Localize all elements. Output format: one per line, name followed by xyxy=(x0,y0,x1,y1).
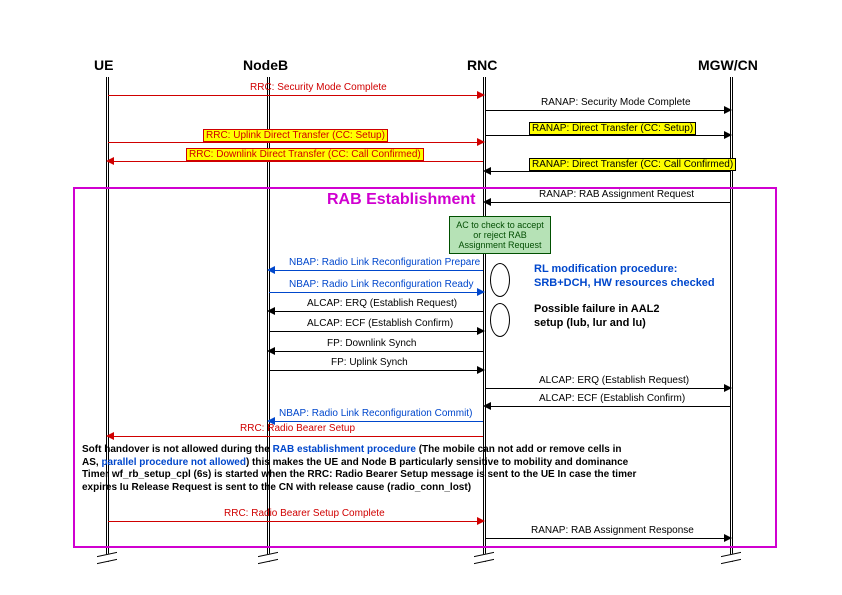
annot-line: setup (lub, lur and lu) xyxy=(534,317,660,331)
msg-alcap-ecf2: ALCAP: ECF (Establish Confirm) xyxy=(485,393,730,407)
ac-line: AC to check to accept xyxy=(453,220,547,230)
msg-label: RRC: Radio Bearer Setup Complete xyxy=(222,508,387,519)
lifeline-break-icon xyxy=(474,552,494,564)
ac-line: Assignment Request xyxy=(453,240,547,250)
msg-fp-dl: FP: Downlink Synch xyxy=(269,338,483,352)
annot-line: SRB+DCH, HW resources checked xyxy=(534,277,715,291)
lifeline-break-icon xyxy=(258,552,278,564)
actor-nodeb: NodeB xyxy=(243,57,288,73)
note-text: AS, xyxy=(82,457,101,468)
bracket-icon xyxy=(490,263,510,297)
note-text: ) this makes the UE and Node B particula… xyxy=(246,457,628,468)
note-text: RAB establishment procedure xyxy=(273,444,416,455)
msg-rrc-smc: RRC: Security Mode Complete xyxy=(108,82,483,96)
note-text: (The mobile can not add or remove cells … xyxy=(416,444,622,455)
ac-check-box: AC to check to accept or reject RAB Assi… xyxy=(449,216,551,254)
msg-ranap-smc: RANAP: Security Mode Complete xyxy=(485,97,730,111)
msg-label: RANAP: Direct Transfer (CC: Call Confirm… xyxy=(529,158,736,171)
msg-label: FP: Downlink Synch xyxy=(325,338,418,349)
msg-alcap-erq: ALCAP: ERQ (Establish Request) xyxy=(269,298,483,312)
annot-line: Possible failure in AAL2 xyxy=(534,303,660,317)
msg-label: ALCAP: ECF (Establish Confirm) xyxy=(305,318,455,329)
actor-ue: UE xyxy=(94,57,113,73)
rab-title: RAB Establishment xyxy=(327,191,475,209)
lifeline-break-icon xyxy=(97,552,117,564)
msg-label: ALCAP: ERQ (Establish Request) xyxy=(537,375,691,386)
handover-note: Soft handover is not allowed during the … xyxy=(82,444,762,494)
note-text: parallel procedure not allowed xyxy=(101,457,245,468)
msg-nbap-prep: NBAP: Radio Link Reconfiguration Prepare xyxy=(269,257,483,271)
msg-nbap-ready: NBAP: Radio Link Reconfiguration Ready xyxy=(269,279,483,293)
msg-fp-ul: FP: Uplink Synch xyxy=(269,357,483,371)
note-text: Timer wf_rb_setup_cpl (6s) is started wh… xyxy=(82,469,636,480)
msg-label: ALCAP: ERQ (Establish Request) xyxy=(305,298,459,309)
msg-label: RANAP: RAB Assignment Request xyxy=(537,189,696,200)
note-text: expires Iu Release Request is sent to th… xyxy=(82,482,471,493)
msg-alcap-erq2: ALCAP: ERQ (Establish Request) xyxy=(485,375,730,389)
annot-line: RL modification procedure: xyxy=(534,263,715,277)
msg-label: ALCAP: ECF (Establish Confirm) xyxy=(537,393,687,404)
msg-label: RANAP: RAB Assignment Response xyxy=(529,525,696,536)
bracket-icon xyxy=(490,303,510,337)
note-text: Soft handover is not allowed during the xyxy=(82,444,273,455)
msg-label: RRC: Downlink Direct Transfer (CC: Call … xyxy=(186,148,424,161)
msg-label: FP: Uplink Synch xyxy=(329,357,410,368)
msg-label: RRC: Uplink Direct Transfer (CC: Setup) xyxy=(203,129,388,142)
msg-rrc-rbs: RRC: Radio Bearer Setup xyxy=(108,423,483,437)
annot-aal2: Possible failure in AAL2 setup (lub, lur… xyxy=(534,303,660,331)
msg-label: NBAP: Radio Link Reconfiguration Commit) xyxy=(277,408,474,419)
msg-label: RRC: Security Mode Complete xyxy=(248,82,389,93)
msg-nbap-commit: NBAP: Radio Link Reconfiguration Commit) xyxy=(269,408,483,422)
msg-rrc-rbsc: RRC: Radio Bearer Setup Complete xyxy=(108,508,483,522)
msg-label: RRC: Radio Bearer Setup xyxy=(238,423,357,434)
msg-label: NBAP: Radio Link Reconfiguration Ready xyxy=(287,279,476,290)
msg-rrc-ddt: RRC: Downlink Direct Transfer (CC: Call … xyxy=(108,148,483,162)
msg-ranap-dt-setup: RANAP: Direct Transfer (CC: Setup) xyxy=(485,122,730,136)
msg-label: RANAP: Direct Transfer (CC: Setup) xyxy=(529,122,696,135)
actor-mgwcn: MGW/CN xyxy=(698,57,758,73)
annot-rl: RL modification procedure: SRB+DCH, HW r… xyxy=(534,263,715,291)
msg-label: NBAP: Radio Link Reconfiguration Prepare xyxy=(287,257,482,268)
msg-rrc-udt: RRC: Uplink Direct Transfer (CC: Setup) xyxy=(108,129,483,143)
lifeline-break-icon xyxy=(721,552,741,564)
msg-ranap-dt-cc: RANAP: Direct Transfer (CC: Call Confirm… xyxy=(485,158,730,172)
msg-alcap-ecf: ALCAP: ECF (Establish Confirm) xyxy=(269,318,483,332)
actor-rnc: RNC xyxy=(467,57,497,73)
msg-ranap-resp: RANAP: RAB Assignment Response xyxy=(485,525,730,539)
msg-label: RANAP: Security Mode Complete xyxy=(539,97,693,108)
ac-line: or reject RAB xyxy=(453,230,547,240)
msg-ranap-rar: RANAP: RAB Assignment Request xyxy=(485,189,730,203)
